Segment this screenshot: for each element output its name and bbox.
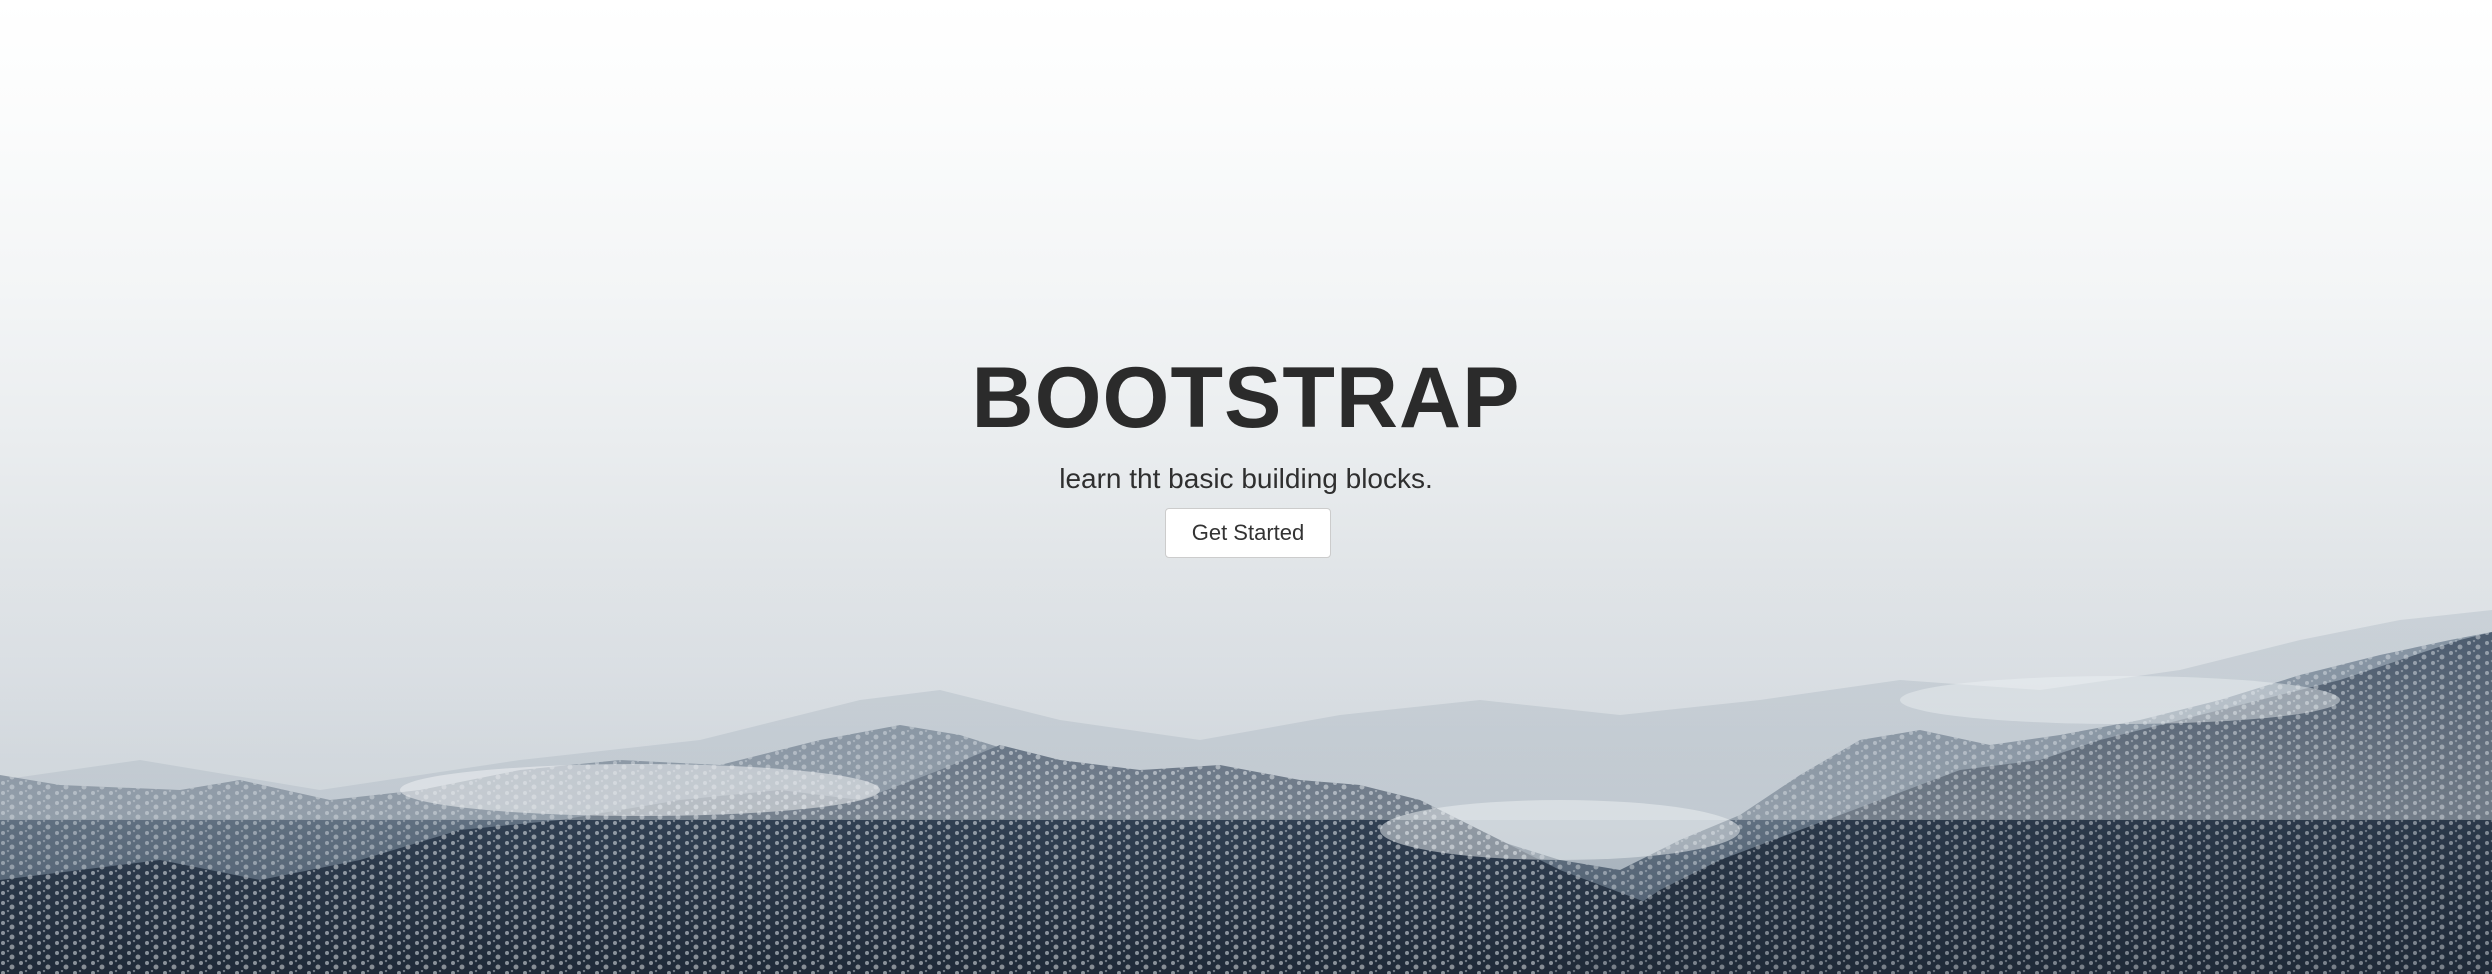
get-started-button[interactable]: Get Started: [1165, 508, 1331, 558]
hero-section: BOOTSTRAP learn tht basic building block…: [0, 0, 2492, 974]
hero-title: BOOTSTRAP: [971, 350, 1521, 446]
hero-subtitle: learn tht basic building blocks.: [1059, 463, 1433, 494]
